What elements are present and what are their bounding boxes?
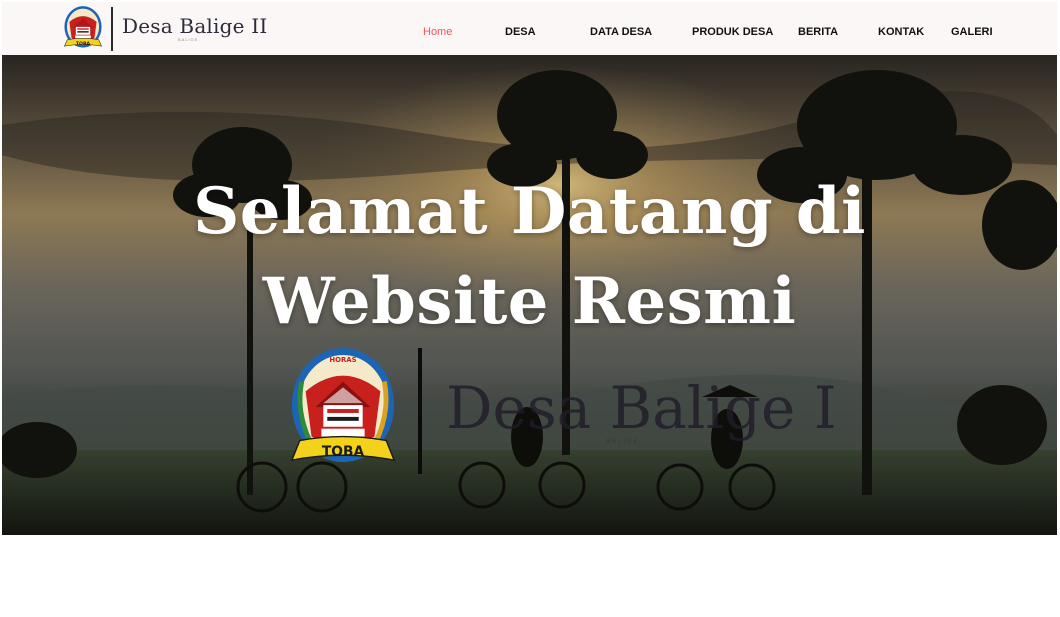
hero-brand-text: Desa Balige I BALIGE xyxy=(446,377,837,445)
brand-text: Desa Balige II BALIGE xyxy=(122,15,267,43)
toba-emblem-icon: HORAS TOBA xyxy=(290,348,396,463)
nav-berita[interactable]: BERITA xyxy=(798,26,838,38)
hero-brand-subtitle: BALIGE xyxy=(606,439,640,445)
brand-name: Desa Balige II xyxy=(122,14,268,38)
brand-divider xyxy=(111,7,113,51)
hero-title: Selamat Datang di Website Resmi xyxy=(2,167,1057,347)
nav-kontak[interactable]: KONTAK xyxy=(878,26,924,38)
emblem-ribbon-text: TOBA xyxy=(322,444,365,460)
nav-home[interactable]: Home xyxy=(423,26,452,38)
page: TOBA Desa Balige II BALIGE Home DESA DAT… xyxy=(0,0,1060,617)
brand-subtitle: BALIGE xyxy=(178,37,199,42)
nav-galeri[interactable]: GALERI xyxy=(951,26,993,38)
hero-logo: HORAS TOBA Desa Balige I BALIGE xyxy=(284,341,837,481)
site-logo[interactable]: TOBA Desa Balige II BALIGE xyxy=(60,4,267,54)
top-navbar: TOBA Desa Balige II BALIGE Home DESA DAT… xyxy=(2,2,1057,55)
emblem-ribbon-text: TOBA xyxy=(76,41,91,47)
toba-emblem-icon: TOBA xyxy=(63,6,103,48)
hero-title-line-2: Website Resmi xyxy=(262,264,797,339)
nav-data-desa[interactable]: DATA DESA xyxy=(590,26,652,38)
nav-desa[interactable]: DESA xyxy=(505,26,536,38)
content-area xyxy=(0,535,1060,617)
hero-banner: Selamat Datang di Website Resmi HORAS TO… xyxy=(2,55,1057,535)
hero-title-line-1: Selamat Datang di xyxy=(193,174,866,249)
emblem-motto-text: HORAS xyxy=(329,356,356,364)
hero-logo-divider xyxy=(418,348,422,474)
hero-brand-name: Desa Balige I xyxy=(446,374,837,442)
nav-produk-desa[interactable]: PRODUK DESA xyxy=(692,26,773,38)
